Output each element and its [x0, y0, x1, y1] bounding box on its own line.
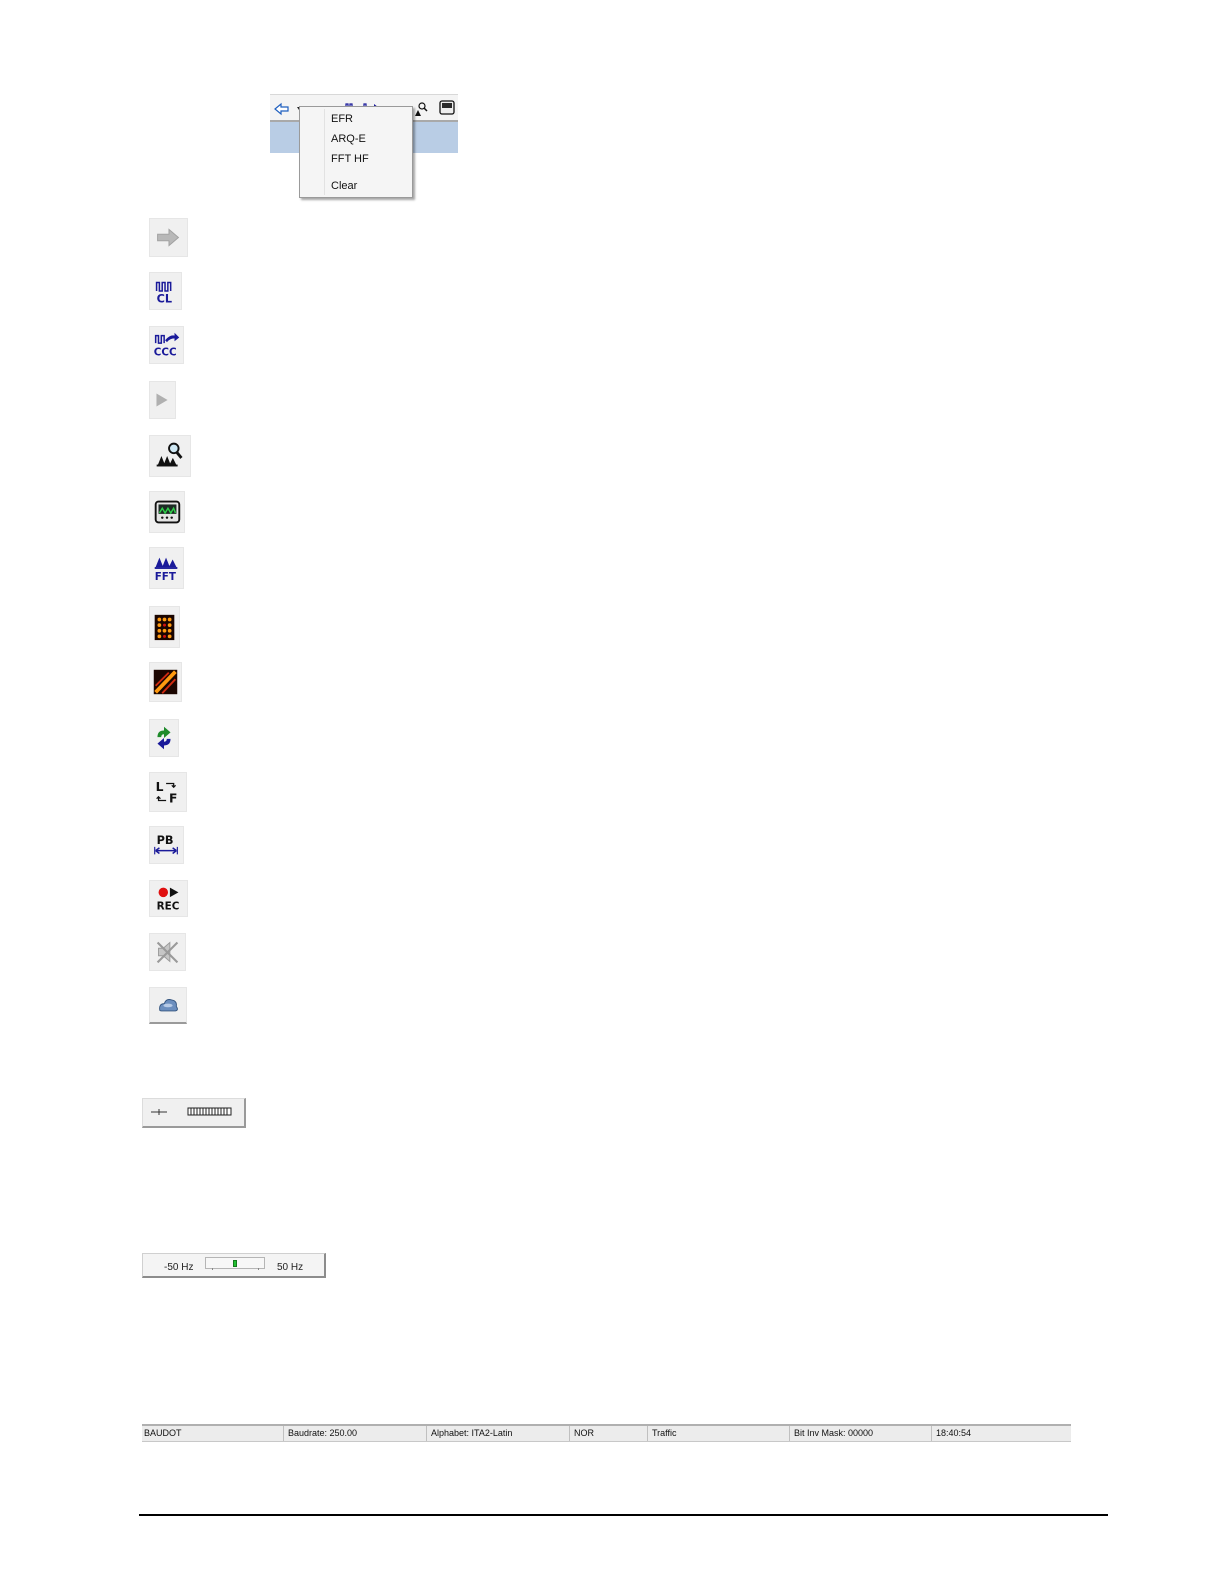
status-bit-inv-mask: Bit Inv Mask: 00000: [790, 1426, 932, 1441]
dot-matrix-icon[interactable]: [149, 606, 180, 648]
menu-gutter: [324, 109, 325, 195]
ccc-icon[interactable]: CCC: [149, 326, 184, 364]
status-state: Traffic: [648, 1426, 790, 1441]
status-mode: BAUDOT: [142, 1426, 284, 1441]
status-bar: BAUDOT Baudrate: 250.00 Alphabet: ITA2-L…: [142, 1424, 1071, 1442]
svg-text:PB: PB: [157, 834, 174, 847]
status-baudrate: Baudrate: 250.00: [284, 1426, 427, 1441]
svg-text:F: F: [169, 791, 177, 805]
mute-speaker-icon[interactable]: [149, 933, 186, 971]
status-alphabet: Alphabet: ITA2-Latin: [427, 1426, 570, 1441]
svg-text:REC: REC: [157, 900, 180, 912]
svg-text:CCC: CCC: [154, 346, 177, 358]
offset-thumb: [233, 1260, 237, 1267]
diagonal-waterfall-icon[interactable]: [149, 662, 182, 702]
slider-marker-icon: [151, 1109, 167, 1115]
forward-arrow-icon[interactable]: [149, 218, 188, 257]
status-polarity: NOR: [570, 1426, 648, 1441]
fft-icon[interactable]: FFT: [149, 547, 184, 589]
menu-item-clear[interactable]: Clear: [331, 180, 357, 192]
lf-icon[interactable]: L F: [149, 772, 187, 812]
page-footer-rule: [139, 1514, 1108, 1516]
menu-item-arq-e[interactable]: ARQ-E: [331, 133, 366, 145]
offset-track: [205, 1257, 265, 1270]
cloud-icon[interactable]: [149, 987, 187, 1024]
cl-icon[interactable]: CL: [149, 272, 182, 310]
svg-text:FFT: FFT: [155, 571, 177, 583]
svg-text:L: L: [156, 780, 164, 794]
signal-search-icon[interactable]: [149, 435, 191, 477]
offset-max-label: 50 Hz: [277, 1262, 304, 1273]
offset-min-label: -50 Hz: [164, 1262, 194, 1273]
dropdown-menu: EFR ARQ-E FFT HF Clear: [299, 106, 413, 198]
play-icon[interactable]: [149, 381, 176, 419]
rec-icon[interactable]: REC: [149, 880, 188, 917]
swap-arrows-icon[interactable]: [149, 719, 179, 757]
status-time: 18:40:54: [936, 1428, 972, 1438]
scope-display-icon[interactable]: [149, 491, 185, 533]
slider-scale: [187, 1107, 232, 1116]
menu-item-efr[interactable]: EFR: [331, 113, 353, 125]
menu-item-fft-hf[interactable]: FFT HF: [331, 153, 369, 165]
pb-icon[interactable]: PB: [149, 826, 184, 864]
svg-text:CL: CL: [157, 292, 172, 305]
toolbar-scope-icon[interactable]: [439, 100, 455, 115]
back-arrow-icon[interactable]: [274, 102, 289, 116]
tuning-slider[interactable]: [142, 1098, 246, 1128]
frequency-offset-indicator: -50 Hz 50 Hz: [142, 1253, 326, 1278]
toolbar-search-icon[interactable]: [415, 102, 428, 116]
